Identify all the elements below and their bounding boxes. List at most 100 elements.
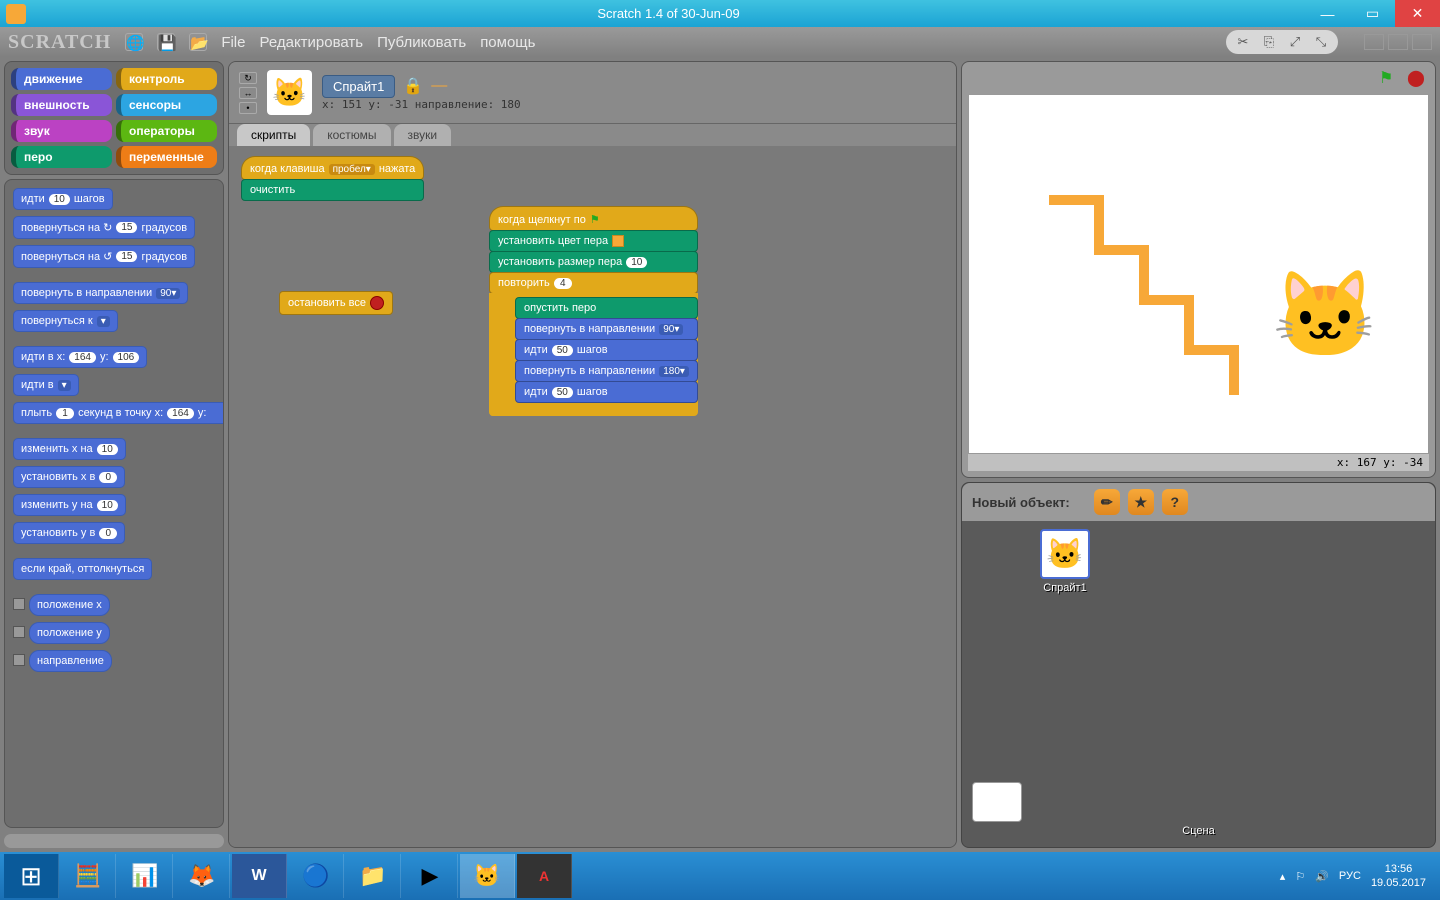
copy-tool-icon[interactable]: ⎘ (1260, 33, 1278, 51)
blk-change-y[interactable]: изменить y на10 (13, 494, 126, 516)
blk-set-x[interactable]: установить x в0 (13, 466, 125, 488)
tray-volume-icon[interactable]: 🔊 (1315, 870, 1329, 883)
minimize-button[interactable]: — (1305, 0, 1350, 27)
blk-set-y[interactable]: установить y в0 (13, 522, 125, 544)
blk-change-x[interactable]: изменить x на10 (13, 438, 126, 460)
menu-publish[interactable]: Публиковать (377, 34, 466, 51)
blk-turn-cw[interactable]: повернуться на ↻15градусов (13, 216, 195, 239)
block-palette: идти10шагов повернуться на ↻15градусов п… (4, 179, 224, 828)
category-c-sense[interactable]: сенсоры (116, 94, 217, 116)
tray-flag-icon[interactable]: ⚐ (1295, 870, 1305, 883)
category-c-sound[interactable]: звук (11, 120, 112, 142)
category-c-looks[interactable]: внешность (11, 94, 112, 116)
taskbar-word[interactable]: W (232, 854, 287, 898)
surprise-sprite-icon[interactable]: ? (1162, 489, 1188, 515)
taskbar-explorer[interactable]: 📊 (118, 854, 173, 898)
stage[interactable]: 🐱 (968, 94, 1429, 454)
app-icon (6, 4, 26, 24)
category-panel: движениеконтрольвнешностьсенсорызвукопер… (4, 61, 224, 175)
category-c-ops[interactable]: операторы (116, 120, 217, 142)
start-button[interactable]: ⊞ (4, 854, 59, 898)
taskbar-calc[interactable]: 🧮 (61, 854, 116, 898)
category-c-vars[interactable]: переменные (116, 146, 217, 168)
sprite-header: ↻ ↔ • 🐱 Спрайт1 🔒 — x: 151 y: -31 направ… (229, 62, 956, 124)
open-icon[interactable]: 📂 (189, 33, 207, 51)
sprite-list-panel: Новый объект: ✏ ★ ? 🐱 Спрайт1 Сцена (961, 482, 1436, 848)
menu-file[interactable]: File (221, 34, 245, 51)
view-buttons (1364, 34, 1432, 50)
script-stack-2[interactable]: остановить все (279, 291, 393, 314)
maximize-button[interactable]: ▭ (1350, 0, 1395, 27)
sprite-tabs: скрипты костюмы звуки (229, 124, 956, 146)
shrink-tool-icon[interactable]: ⤡ (1312, 33, 1330, 51)
taskbar-firefox[interactable]: 🦊 (175, 854, 230, 898)
category-c-control[interactable]: контроль (116, 68, 217, 90)
new-object-label: Новый объект: (972, 495, 1070, 510)
window-titlebar: Scratch 1.4 of 30-Jun-09 — ▭ ✕ (0, 0, 1440, 27)
stage-sprite-cat[interactable]: 🐱 (1272, 265, 1378, 365)
script-stack-3[interactable]: когда щелкнут по⚑ установить цвет пера у… (489, 206, 698, 416)
chk-pos-y[interactable] (13, 626, 25, 638)
rotate-free-icon[interactable]: ↻ (239, 72, 257, 84)
script-stack-1[interactable]: когда клавишапробел▾нажата очистить (241, 156, 424, 200)
import-sprite-icon[interactable]: ★ (1128, 489, 1154, 515)
menu-help[interactable]: помощь (480, 34, 535, 51)
view-present-icon[interactable] (1412, 34, 1432, 50)
view-normal-icon[interactable] (1388, 34, 1408, 50)
blk-point-to[interactable]: повернуться к ▾ (13, 310, 118, 332)
blk-goto-xy[interactable]: идти в x:164y:106 (13, 346, 147, 368)
globe-icon[interactable]: 🌐 (125, 33, 143, 51)
menu-bar: SCRATCH 🌐 💾 📂 File Редактировать Публико… (0, 27, 1440, 57)
blk-glide[interactable]: плыть1секунд в точку x:164y: (13, 402, 224, 424)
sprite-item-1[interactable]: 🐱 Спрайт1 (1040, 529, 1090, 594)
taskbar-files[interactable]: 📁 (346, 854, 401, 898)
tab-sounds[interactable]: звуки (394, 124, 452, 146)
tray-clock[interactable]: 13:56 19.05.2017 (1371, 862, 1426, 891)
taskbar-adobe[interactable]: A (517, 854, 572, 898)
taskbar-scratch[interactable]: 🐱 (460, 854, 515, 898)
sprite-name-field[interactable]: Спрайт1 (322, 75, 395, 98)
category-c-pen[interactable]: перо (11, 146, 112, 168)
tab-scripts[interactable]: скрипты (237, 124, 310, 146)
stop-button[interactable]: ⬤ (1407, 68, 1429, 90)
blk-turn-ccw[interactable]: повернуться на ↺15градусов (13, 245, 195, 268)
close-button[interactable]: ✕ (1395, 0, 1440, 27)
tray-lang[interactable]: РУС (1339, 870, 1361, 882)
view-small-icon[interactable] (1364, 34, 1384, 50)
chk-dir[interactable] (13, 654, 25, 666)
stage-panel: ⚑ ⬤ 🐱 x: 167 y: -34 (961, 61, 1436, 478)
taskbar-media[interactable]: ▶ (403, 854, 458, 898)
tray-chevron-icon[interactable]: ▴ (1280, 870, 1286, 883)
green-flag-button[interactable]: ⚑ (1379, 68, 1401, 90)
taskbar-skype[interactable]: 🔵 (289, 854, 344, 898)
rotate-none-icon[interactable]: • (239, 102, 257, 114)
paint-sprite-icon[interactable]: ✏ (1094, 489, 1120, 515)
tool-mode-box: ✂ ⎘ ⤢ ⤡ (1226, 30, 1338, 54)
direction-indicator: — (431, 77, 447, 95)
stage-coords: x: 167 y: -34 (968, 454, 1429, 471)
save-icon[interactable]: 💾 (157, 33, 175, 51)
blk-point-dir[interactable]: повернуть в направлении90▾ (13, 282, 188, 304)
stamp-tool-icon[interactable]: ✂ (1234, 33, 1252, 51)
category-c-motion[interactable]: движение (11, 68, 112, 90)
blk-move[interactable]: идти10шагов (13, 188, 113, 210)
menu-edit[interactable]: Редактировать (259, 34, 363, 51)
windows-taskbar: ⊞ 🧮 📊 🦊 W 🔵 📁 ▶ 🐱 A ▴ ⚐ 🔊 РУС 13:56 19.0… (0, 852, 1440, 900)
rpt-pos-y[interactable]: положение y (29, 622, 110, 644)
rpt-dir[interactable]: направление (29, 650, 112, 672)
scene-item[interactable]: Сцена (972, 782, 1425, 837)
sprite-thumbnail: 🐱 (267, 70, 312, 115)
scratch-logo: SCRATCH (8, 31, 111, 54)
grow-tool-icon[interactable]: ⤢ (1286, 33, 1304, 51)
rotate-lr-icon[interactable]: ↔ (239, 87, 257, 99)
tab-costumes[interactable]: костюмы (313, 124, 390, 146)
script-area[interactable]: когда клавишапробел▾нажата очистить оста… (229, 146, 956, 847)
lock-icon[interactable]: 🔒 (403, 76, 423, 96)
sprite-coords: x: 151 y: -31 направление: 180 (322, 98, 521, 111)
window-title: Scratch 1.4 of 30-Jun-09 (32, 6, 1305, 21)
palette-scrollbar[interactable] (4, 834, 224, 848)
blk-bounce[interactable]: если край, оттолкнуться (13, 558, 152, 580)
rpt-pos-x[interactable]: положение x (29, 594, 110, 616)
blk-goto[interactable]: идти в ▾ (13, 374, 79, 396)
chk-pos-x[interactable] (13, 598, 25, 610)
